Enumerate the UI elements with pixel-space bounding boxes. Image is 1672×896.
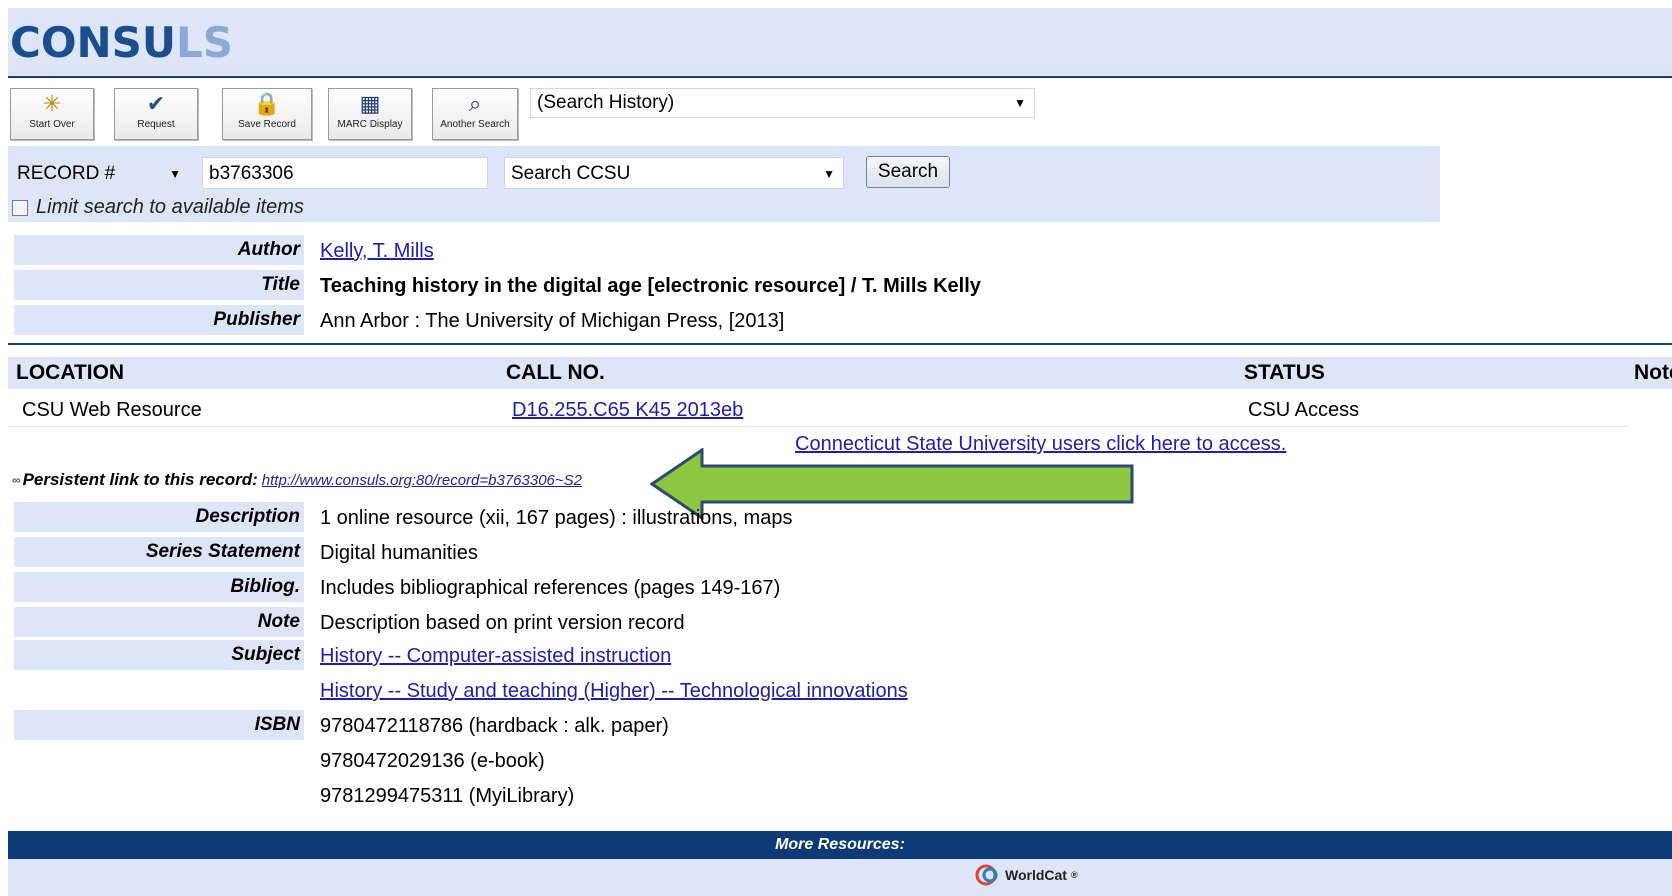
isbn-value: 9780472118786 (hardback : alk. paper) (320, 715, 669, 737)
worldcat-label: WorldCat (1005, 867, 1067, 883)
registered-mark: ® (1070, 870, 1078, 880)
bibliog-value: Includes bibliographical references (pag… (320, 577, 781, 599)
title-value: Teaching history in the digital age [ele… (320, 275, 981, 297)
status-header: STATUS (1244, 361, 1325, 384)
logo-main-text: CONSU (10, 18, 177, 67)
search-type-value: RECORD # (17, 163, 116, 184)
isbn-label: ISBN (14, 710, 304, 740)
note-label: Note (14, 607, 304, 637)
worldcat-icon (975, 864, 998, 886)
worldcat-link[interactable]: WorldCat ® (975, 864, 1078, 886)
limit-label: Limit search to available items (36, 196, 304, 218)
holdings-row: CSU Web Resource D16.255.C65 K45 2013eb … (8, 394, 1628, 427)
bibliog-label: Bibliog. (14, 572, 304, 602)
star-icon: ✳ (42, 91, 62, 116)
call-no-header: CALL NO. (506, 361, 605, 384)
save-record-button[interactable]: 🔒 Save Record (222, 88, 312, 140)
chevron-down-icon: ▼ (823, 167, 835, 181)
more-resources-bar: More Resources: (8, 831, 1672, 859)
search-history-select[interactable]: (Search History) ▼ (530, 88, 1035, 118)
search-query-value: b3763306 (209, 163, 294, 184)
subject-label: Subject (14, 640, 304, 670)
location-header: LOCATION (16, 361, 125, 384)
limit-available-option[interactable]: Limit search to available items (12, 196, 304, 219)
subject-link[interactable]: History -- Study and teaching (Higher) -… (320, 676, 908, 706)
start-over-button[interactable]: ✳ Start Over (10, 88, 94, 140)
request-button[interactable]: ✔ Request (114, 88, 198, 140)
logo-tail-text: LS (176, 18, 234, 67)
search-input[interactable]: b3763306 (202, 157, 488, 189)
note-value: Description based on print version recor… (320, 612, 685, 634)
checkmark-icon: ✔ (146, 91, 166, 116)
note-header: Note (1634, 361, 1672, 384)
limit-checkbox[interactable] (12, 199, 28, 216)
persistent-link-url[interactable]: http://www.consuls.org:80/record=b376330… (262, 472, 582, 489)
isbn-value: 9780472029136 (e-book) (320, 750, 545, 772)
publisher-value: Ann Arbor : The University of Michigan P… (320, 310, 785, 332)
search-scope-select[interactable]: Search CCSU ▼ (504, 157, 844, 189)
worldcat-bar (8, 859, 1672, 896)
call-no-link[interactable]: D16.255.C65 K45 2013eb (512, 394, 743, 426)
subject-link[interactable]: History -- Computer-assisted instruction (320, 641, 671, 671)
start-over-label: Start Over (29, 119, 75, 130)
grid-icon: ▦ (359, 91, 381, 116)
title-label: Title (14, 270, 304, 300)
search-button[interactable]: Search (866, 156, 950, 188)
divider (8, 343, 1672, 345)
location-cell: CSU Web Resource (22, 399, 202, 421)
description-label: Description (14, 502, 304, 532)
chevron-down-icon: ▼ (169, 167, 181, 181)
persistent-link-line: ∞ Persistent link to this record: http:/… (12, 470, 582, 490)
publisher-label: Publisher (14, 305, 304, 335)
lock-icon: 🔒 (253, 91, 281, 116)
holdings-header: LOCATION CALL NO. STATUS Note (8, 357, 1672, 389)
magnifier-icon: ⌕ (468, 91, 482, 116)
another-search-button[interactable]: ⌕ Another Search (432, 88, 518, 140)
author-link[interactable]: Kelly, T. Mills (320, 236, 434, 266)
consuls-logo[interactable]: CONSULS (10, 18, 233, 67)
link-chain-icon: ∞ (12, 473, 21, 487)
persistent-link-label: Persistent link to this record: (22, 470, 258, 489)
marc-display-button[interactable]: ▦ MARC Display (328, 88, 412, 140)
description-value: 1 online resource (xii, 167 pages) : ill… (320, 507, 793, 529)
chevron-down-icon: ▼ (1014, 96, 1026, 110)
header-bar (8, 8, 1672, 78)
isbn-value: 9781299475311 (MyiLibrary) (320, 785, 575, 807)
search-scope-value: Search CCSU (511, 163, 631, 184)
request-label: Request (137, 119, 175, 130)
search-type-select[interactable]: RECORD # ▼ (10, 157, 190, 189)
another-search-label: Another Search (440, 119, 510, 130)
series-value: Digital humanities (320, 542, 478, 564)
series-label: Series Statement (14, 537, 304, 567)
search-history-value: (Search History) (537, 92, 675, 113)
save-record-label: Save Record (238, 119, 296, 130)
author-label: Author (14, 235, 304, 265)
marc-display-label: MARC Display (337, 119, 403, 130)
status-cell: CSU Access (1248, 399, 1360, 421)
